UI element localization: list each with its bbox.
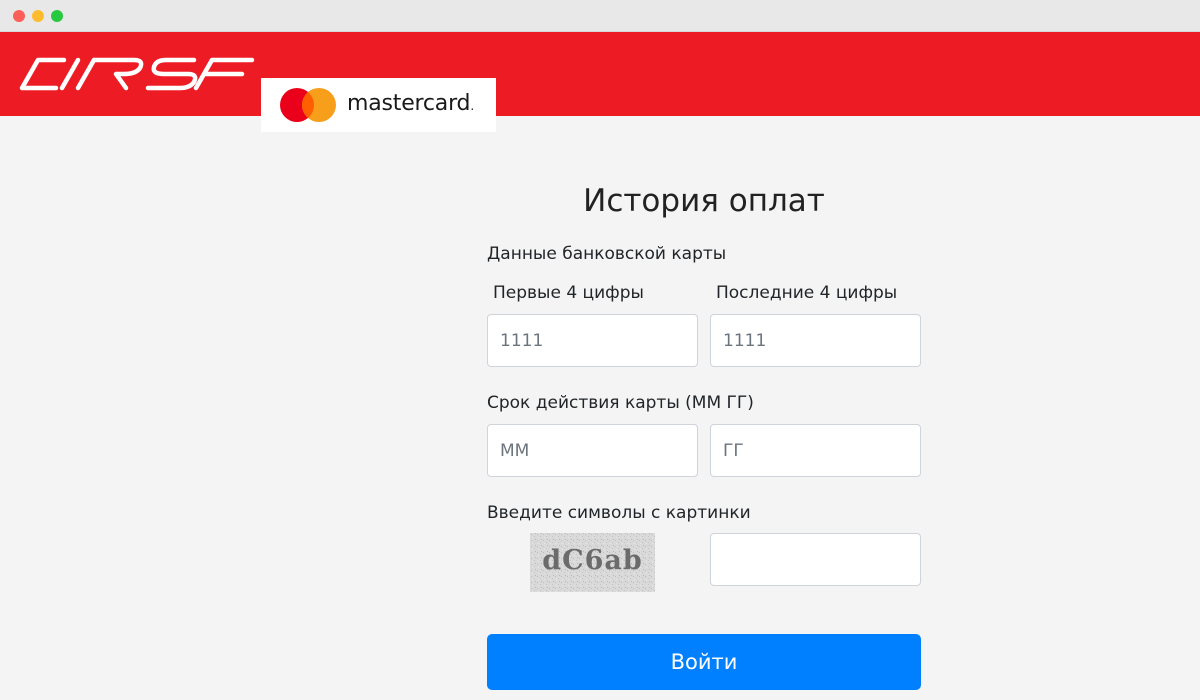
page-title: История оплат (583, 183, 825, 219)
window-maximize-icon[interactable] (51, 10, 63, 22)
mastercard-wordmark: mastercard. (347, 91, 474, 116)
first4-label: Первые 4 цифры (493, 283, 644, 303)
mastercard-circles-icon (280, 88, 336, 122)
last4-input[interactable] (710, 314, 921, 367)
captcha-input[interactable] (710, 533, 921, 586)
card-section-label: Данные банковской карты (487, 244, 727, 264)
mastercard-logo: mastercard. (261, 78, 496, 132)
captcha-text: dC6ab (542, 545, 643, 576)
window-close-icon[interactable] (13, 10, 25, 22)
window-minimize-icon[interactable] (32, 10, 44, 22)
captcha-image: dC6ab (530, 533, 655, 592)
last4-label: Последние 4 цифры (716, 283, 898, 303)
expiry-year-input[interactable] (710, 424, 921, 477)
first4-input[interactable] (487, 314, 698, 367)
expiry-month-input[interactable] (487, 424, 698, 477)
browser-chrome (0, 0, 1200, 32)
captcha-label: Введите символы с картинки (487, 503, 751, 523)
clrs-logo-icon[interactable] (16, 54, 256, 94)
expiry-label: Срок действия карты (ММ ГГ) (487, 393, 754, 413)
login-button[interactable]: Войти (487, 634, 921, 690)
header-banner: mastercard. (0, 32, 1200, 132)
